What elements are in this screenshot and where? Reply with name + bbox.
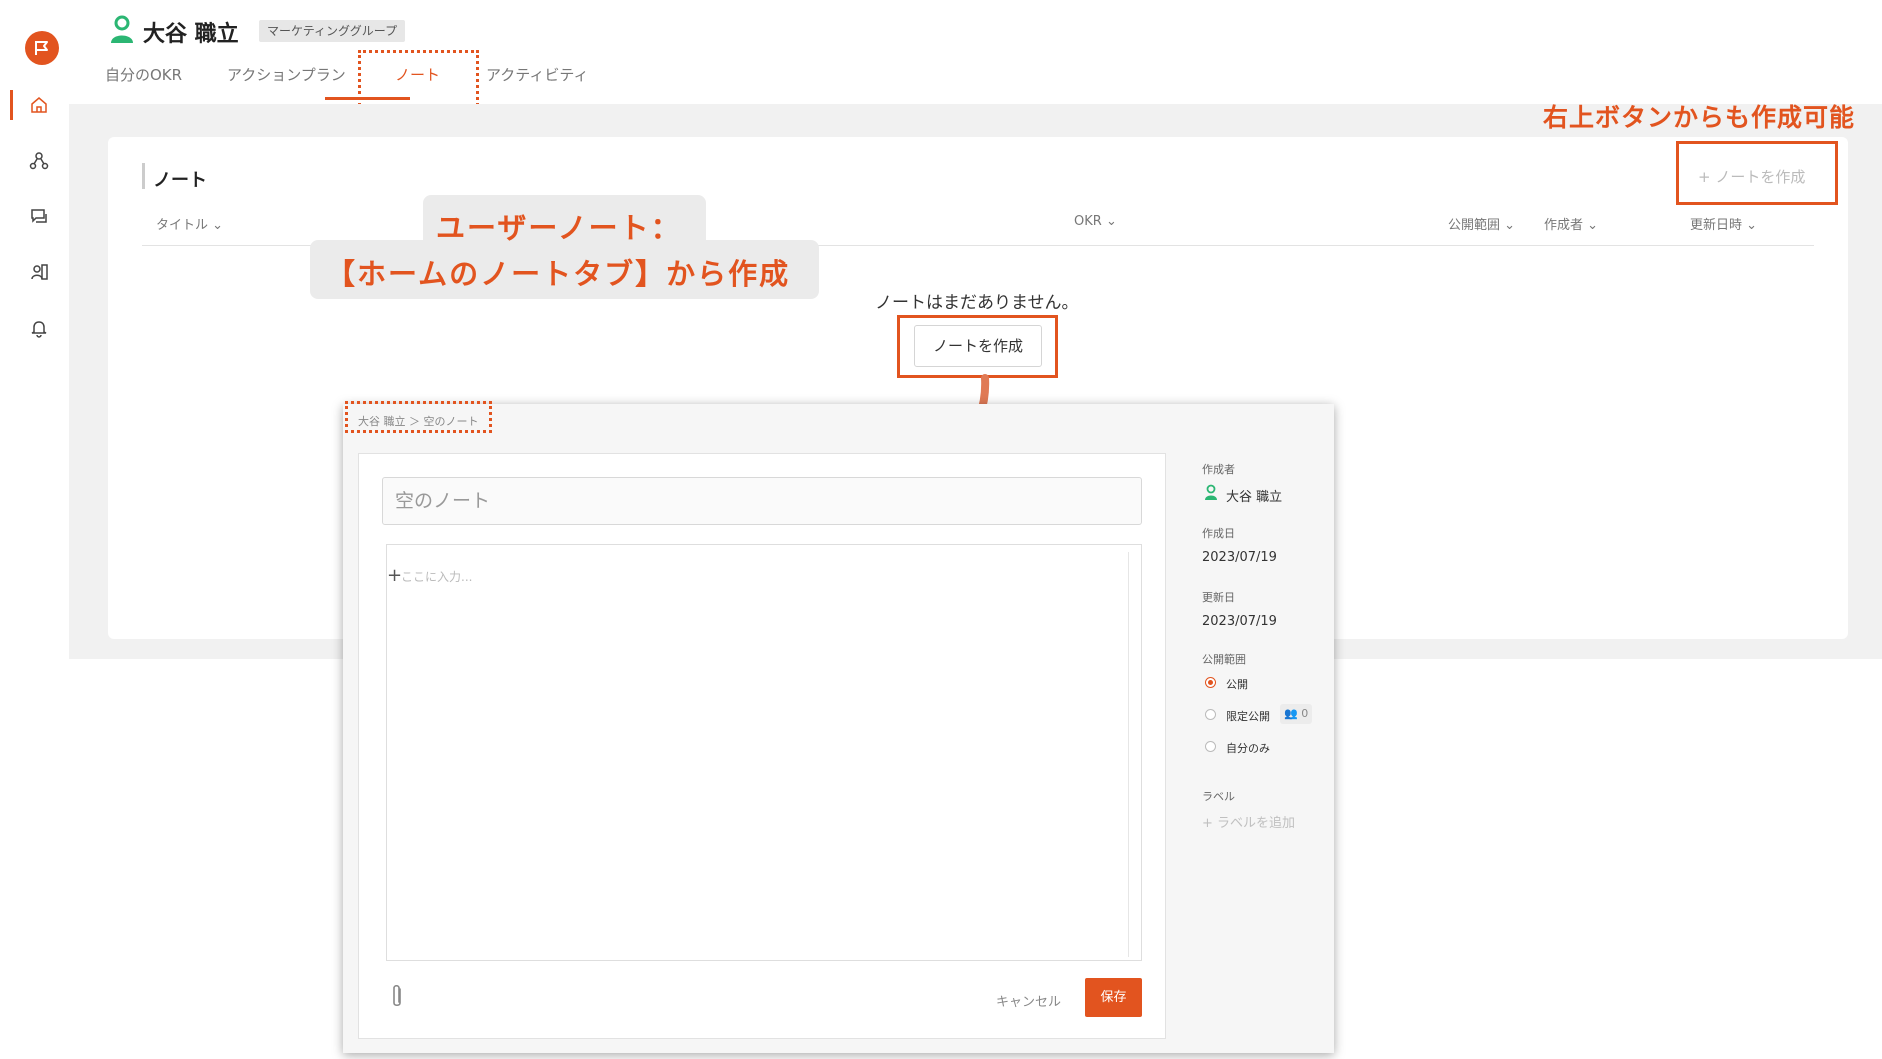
updated-value: 2023/07/19	[1202, 614, 1277, 629]
plus-icon: +	[1202, 816, 1213, 831]
network-icon[interactable]	[27, 149, 51, 173]
author-name: 大谷 職立	[1226, 490, 1283, 505]
updated-label: 更新日	[1202, 591, 1235, 604]
body-placeholder: ここに入力...	[401, 570, 473, 584]
create-note-top-label: ノートを作成	[1715, 168, 1806, 186]
label-heading: ラベル	[1202, 790, 1235, 803]
body-scrollbar[interactable]	[1128, 552, 1129, 957]
card-title: ノート	[153, 170, 207, 191]
save-button[interactable]: 保存	[1085, 978, 1142, 1017]
callout-line-1: ユーザーノート：	[436, 211, 682, 245]
chat-icon[interactable]	[27, 204, 51, 228]
chevron-down-icon: ⌄	[1105, 214, 1117, 229]
plus-icon[interactable]: +	[387, 565, 402, 586]
paperclip-icon[interactable]	[388, 983, 406, 1011]
radio-public-label: 公開	[1226, 678, 1248, 691]
chevron-down-icon: ⌄	[1746, 218, 1758, 233]
column-updated-label: 更新日時	[1690, 218, 1743, 233]
author-label: 作成者	[1202, 463, 1235, 476]
nav-active-indicator	[10, 90, 13, 120]
column-title[interactable]: タイトル ⌄	[156, 214, 223, 233]
tab-action-plan[interactable]: アクションプラン	[227, 64, 346, 85]
cancel-button[interactable]: キャンセル	[996, 991, 1061, 1010]
radio-limited-label: 限定公開	[1226, 710, 1270, 723]
user-avatar-icon	[108, 14, 136, 44]
column-visibility-label: 公開範囲	[1448, 218, 1501, 233]
column-updated[interactable]: 更新日時 ⌄	[1690, 214, 1757, 233]
bell-icon[interactable]	[27, 316, 51, 340]
tab-activity[interactable]: アクティビティ	[486, 64, 588, 85]
radio-private-label: 自分のみ	[1226, 742, 1270, 755]
callout-line-2: 【ホームのノートタブ】から作成	[326, 257, 791, 291]
create-note-button[interactable]: ノートを作成	[914, 325, 1042, 367]
add-label-text: ラベルを追加	[1217, 816, 1296, 831]
column-okr[interactable]: OKR ⌄	[1074, 214, 1117, 229]
add-member-icon: 👥	[1284, 707, 1298, 720]
add-label-button[interactable]: + ラベルを追加	[1202, 812, 1295, 831]
empty-message: ノートはまだありません。	[875, 293, 1079, 313]
note-body-input[interactable]	[386, 544, 1142, 961]
create-note-top-button[interactable]: + ノートを作成	[1698, 166, 1805, 187]
column-title-label: タイトル	[156, 218, 209, 233]
card-title-accent	[142, 163, 145, 189]
home-icon[interactable]	[27, 93, 51, 117]
top-right-hint: 右上ボタンからも作成可能	[1543, 103, 1856, 132]
breadcrumb[interactable]: 大谷 職立 ＞ 空のノート	[358, 413, 479, 429]
radio-private[interactable]	[1205, 741, 1216, 752]
contacts-icon[interactable]	[27, 260, 51, 284]
tab-my-okr[interactable]: 自分のOKR	[105, 64, 182, 85]
author-avatar-icon	[1204, 484, 1218, 501]
chevron-down-icon: ⌄	[1504, 218, 1516, 233]
plus-icon: +	[1698, 168, 1711, 186]
group-badge: マーケティンググループ	[259, 20, 406, 42]
visibility-label: 公開範囲	[1202, 653, 1246, 666]
column-author[interactable]: 作成者 ⌄	[1544, 214, 1598, 233]
created-label: 作成日	[1202, 527, 1235, 540]
radio-public[interactable]	[1205, 677, 1216, 688]
created-value: 2023/07/19	[1202, 550, 1277, 565]
member-count-badge[interactable]: 👥 0	[1280, 704, 1313, 724]
user-name: 大谷 職立	[143, 22, 239, 47]
note-title-input[interactable]: 空のノート	[382, 477, 1142, 525]
chevron-down-icon: ⌄	[1587, 218, 1599, 233]
flag-logo-icon[interactable]	[25, 31, 59, 65]
radio-limited[interactable]	[1205, 709, 1216, 720]
member-count: 0	[1301, 707, 1309, 720]
sidebar	[0, 0, 69, 1059]
column-author-label: 作成者	[1544, 218, 1584, 233]
page-header: 大谷 職立 マーケティンググループ 自分のOKR アクションプラン ノート アク…	[69, 0, 1882, 104]
column-okr-label: OKR	[1074, 214, 1102, 229]
chevron-down-icon: ⌄	[212, 218, 224, 233]
column-visibility[interactable]: 公開範囲 ⌄	[1448, 214, 1515, 233]
